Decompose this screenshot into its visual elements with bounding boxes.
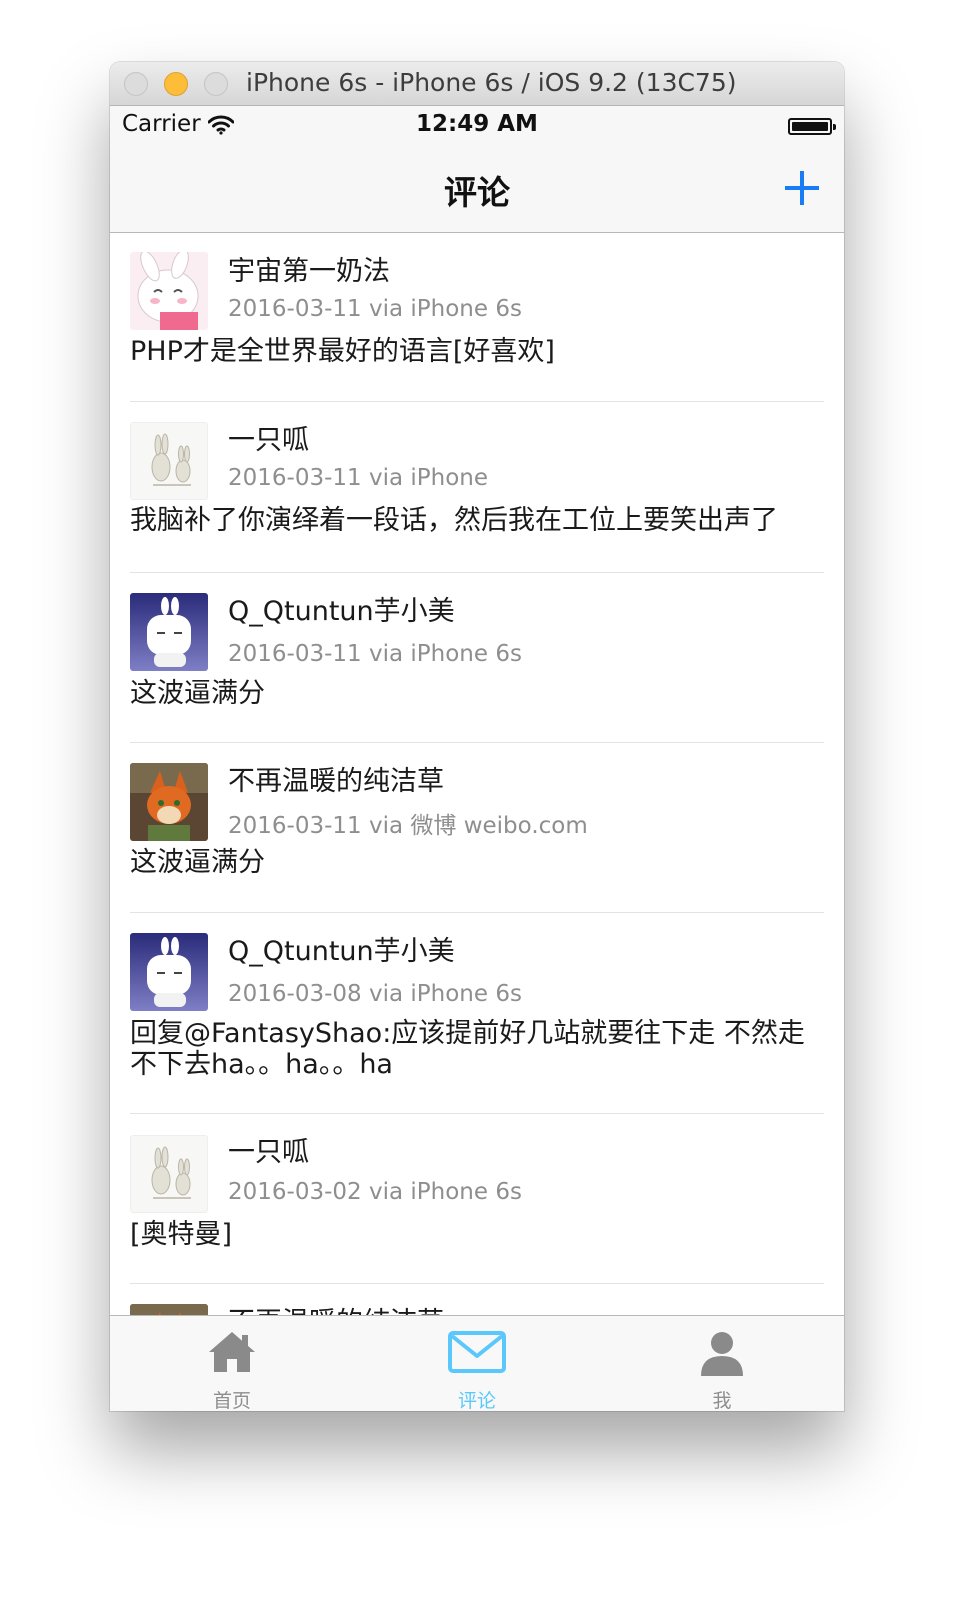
avatar[interactable] <box>130 1304 208 1315</box>
tab-label: 评论 <box>457 1390 496 1411</box>
comment-item[interactable]: Q_Qtuntun芋小美 2016-03-08 via iPhone 6s 回复… <box>110 913 844 1114</box>
comment-item[interactable]: 不再温暖的纯洁草 2016-03-11 via 微博 weibo.com 这波逼… <box>110 743 844 913</box>
comment-author[interactable]: 宇宙第一奶法 <box>228 249 390 288</box>
simulator-window: iPhone 6s - iPhone 6s / iOS 9.2 (13C75) … <box>110 62 844 1411</box>
comment-text: [奥特曼] <box>130 1219 233 1250</box>
comment-author[interactable]: Q_Qtuntun芋小美 <box>228 589 455 628</box>
user-icon <box>699 1330 745 1380</box>
comment-meta: 2016-03-11 via 微博 weibo.com <box>228 813 588 839</box>
comment-item[interactable]: Q_Qtuntun芋小美 2016-03-11 via iPhone 6s 这波… <box>110 573 844 743</box>
tab-label: 首页 <box>212 1390 251 1411</box>
comment-text: 回复@FantasyShao:应该提前好几站就要往下走 不然走不下去ha。。ha… <box>130 1018 805 1080</box>
tab-comments[interactable]: 评论 <box>355 1316 599 1411</box>
minimize-window-button[interactable] <box>164 72 188 96</box>
comment-author[interactable]: 一只呱 <box>228 418 309 457</box>
comment-list[interactable]: 宇宙第一奶法 2016-03-11 via iPhone 6s PHP才是全世界… <box>110 233 844 1315</box>
zoom-window-button[interactable] <box>204 72 228 96</box>
navigation-bar: 评论 <box>110 146 844 233</box>
comment-item[interactable]: 一只呱 2016-03-11 via iPhone 我脑补了你演绎着一段话，然后… <box>110 402 844 573</box>
battery-icon <box>788 118 836 135</box>
comment-item[interactable]: 宇宙第一奶法 2016-03-11 via iPhone 6s PHP才是全世界… <box>110 233 844 402</box>
avatar[interactable] <box>130 933 208 1011</box>
comment-meta: 2016-03-08 via iPhone 6s <box>228 981 522 1007</box>
comment-meta: 2016-03-11 via iPhone <box>228 465 489 491</box>
window-title: iPhone 6s - iPhone 6s / iOS 9.2 (13C75) <box>246 68 737 97</box>
comment-meta: 2016-03-11 via iPhone 6s <box>228 296 522 322</box>
comment-author[interactable]: 一只呱 <box>228 1130 309 1169</box>
comment-meta: 2016-03-02 via iPhone 6s <box>228 1179 522 1205</box>
comment-author[interactable]: 不再温暖的纯洁草 <box>228 759 444 798</box>
page-title: 评论 <box>444 173 510 212</box>
close-window-button[interactable] <box>124 72 148 96</box>
comment-item[interactable]: 不再温暖的纯洁草 <box>110 1284 844 1315</box>
avatar[interactable] <box>130 763 208 841</box>
mail-icon <box>448 1330 506 1378</box>
comment-text: 这波逼满分 <box>130 847 265 878</box>
tab-bar: 首页 评论 我 <box>110 1315 844 1411</box>
tab-label: 我 <box>712 1390 732 1411</box>
comment-author[interactable]: Q_Qtuntun芋小美 <box>228 929 455 968</box>
avatar[interactable] <box>130 252 208 330</box>
status-bar: Carrier 12:49 AM <box>110 106 844 146</box>
comment-item[interactable]: 一只呱 2016-03-02 via iPhone 6s [奥特曼] <box>110 1114 844 1284</box>
avatar[interactable] <box>130 593 208 671</box>
comment-text: 我脑补了你演绎着一段话，然后我在工位上要笑出声了 <box>130 505 778 536</box>
comment-text: 这波逼满分 <box>130 678 265 709</box>
avatar[interactable] <box>130 1135 208 1213</box>
home-icon <box>207 1330 257 1378</box>
status-time: 12:49 AM <box>416 111 538 137</box>
tab-home[interactable]: 首页 <box>110 1316 354 1411</box>
avatar[interactable] <box>130 422 208 500</box>
tab-me[interactable]: 我 <box>600 1316 844 1411</box>
window-titlebar: iPhone 6s - iPhone 6s / iOS 9.2 (13C75) <box>110 62 844 106</box>
plus-icon[interactable] <box>782 166 822 210</box>
comment-text: PHP才是全世界最好的语言[好喜欢] <box>130 336 555 367</box>
comment-author[interactable]: 不再温暖的纯洁草 <box>228 1300 444 1315</box>
comment-meta: 2016-03-11 via iPhone 6s <box>228 641 522 667</box>
